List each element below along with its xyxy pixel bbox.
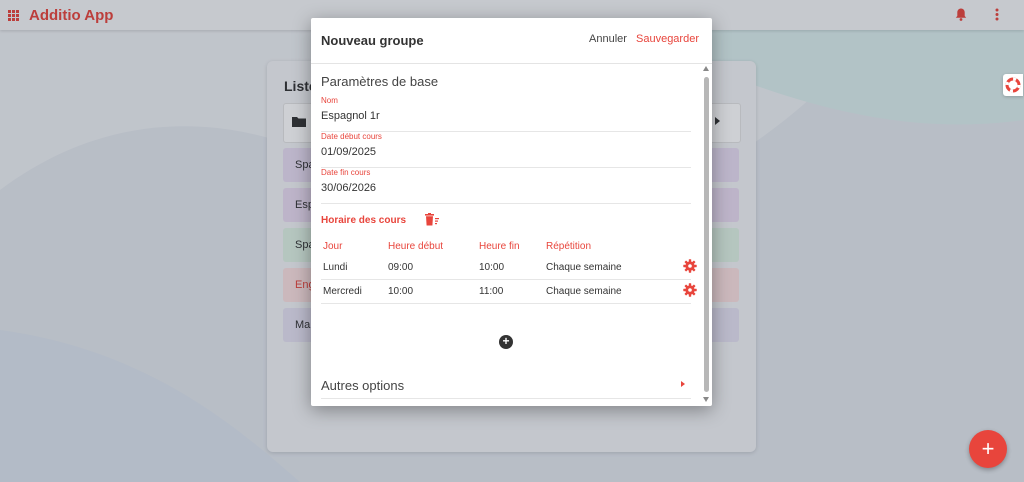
- add-group-fab[interactable]: +: [969, 430, 1007, 468]
- dialog-scrollbar[interactable]: [703, 66, 710, 404]
- other-options-row[interactable]: Autres options: [321, 378, 691, 399]
- column-header-start: Heure début: [388, 241, 444, 252]
- schedule-start: 10:00: [388, 286, 414, 297]
- schedule-day: Mercredi: [323, 286, 362, 297]
- dialog-title: Nouveau groupe: [321, 33, 424, 48]
- start-date-label: Date début cours: [321, 132, 382, 141]
- schedule-end: 10:00: [479, 262, 505, 273]
- column-header-repeat: Répétition: [546, 241, 592, 252]
- scroll-thumb[interactable]: [704, 77, 709, 392]
- scroll-down-arrow-icon[interactable]: [703, 397, 709, 402]
- start-date-value[interactable]: 01/09/2025: [321, 146, 376, 158]
- gear-icon[interactable]: [683, 259, 697, 273]
- column-header-end: Heure fin: [479, 241, 520, 252]
- schedule-end: 11:00: [479, 286, 504, 297]
- gear-icon[interactable]: [683, 283, 697, 297]
- schedule-day: Lundi: [323, 262, 348, 273]
- name-field-label: Nom: [321, 96, 338, 105]
- scroll-up-arrow-icon[interactable]: [703, 66, 709, 71]
- chevron-right-icon: [681, 381, 685, 387]
- name-field-value[interactable]: Espagnol 1r: [321, 110, 380, 122]
- save-button[interactable]: Sauvegarder: [636, 33, 699, 45]
- other-options-label: Autres options: [321, 378, 405, 393]
- plus-icon: +: [981, 436, 995, 461]
- end-date-field[interactable]: Date fin cours 30/06/2026: [321, 168, 691, 204]
- plus-icon: +: [502, 334, 510, 348]
- lifebuoy-icon: [1005, 77, 1021, 93]
- end-date-value[interactable]: 30/06/2026: [321, 182, 376, 194]
- schedule-row[interactable]: Lundi 09:00 10:00 Chaque semaine: [321, 256, 697, 280]
- start-date-field[interactable]: Date début cours 01/09/2025: [321, 132, 691, 168]
- schedule-row[interactable]: Mercredi 10:00 11:00 Chaque semaine: [321, 280, 697, 304]
- end-date-label: Date fin cours: [321, 168, 371, 177]
- schedule-repeat: Chaque semaine: [546, 262, 622, 273]
- dialog-header: Nouveau groupe Annuler Sauvegarder: [311, 18, 712, 64]
- delete-schedule-icon[interactable]: [425, 213, 439, 226]
- column-header-day: Jour: [323, 241, 343, 252]
- new-group-dialog: Nouveau groupe Annuler Sauvegarder Param…: [311, 18, 712, 406]
- schedule-repeat: Chaque semaine: [546, 286, 622, 297]
- add-schedule-button[interactable]: +: [499, 335, 513, 349]
- schedule-title: Horaire des cours: [321, 215, 407, 226]
- basic-settings-title: Paramètres de base: [321, 74, 439, 89]
- cancel-button[interactable]: Annuler: [589, 33, 627, 45]
- schedule-start: 09:00: [388, 262, 414, 273]
- name-field[interactable]: Nom Espagnol 1r: [321, 96, 691, 132]
- help-button[interactable]: [1003, 74, 1023, 96]
